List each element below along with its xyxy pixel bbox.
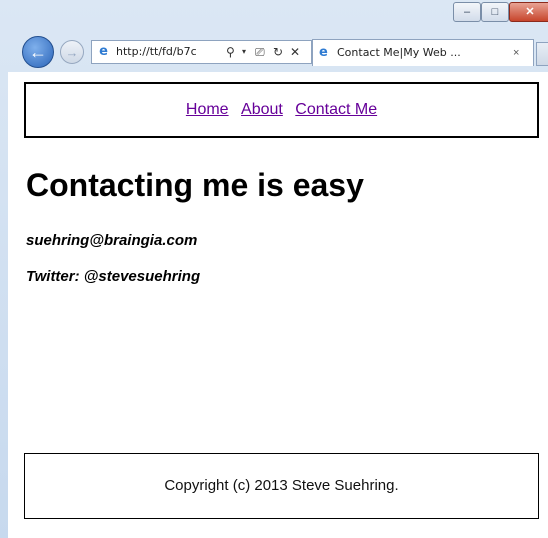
back-arrow-icon: ← (29, 41, 47, 62)
new-tab-button[interactable] (536, 42, 548, 66)
nav-link-contact[interactable]: Contact Me (295, 101, 377, 118)
copyright-text: Copyright (c) 2013 Steve Suehring. (164, 477, 399, 494)
maximize-button[interactable]: □ (481, 2, 509, 22)
nav-link-about[interactable]: About (241, 101, 283, 118)
page-heading: Contacting me is easy (26, 167, 364, 203)
close-window-button[interactable]: ✕ (509, 2, 548, 22)
browser-tab[interactable]: e Contact Me|My Web ... × (312, 39, 534, 66)
close-icon: ✕ (525, 5, 535, 18)
site-nav: Home About Contact Me (24, 82, 539, 138)
maximize-icon: □ (491, 5, 499, 18)
compatibility-view-icon[interactable]: ⎚ (255, 43, 265, 61)
forward-arrow-icon: → (65, 44, 79, 60)
chevron-down-icon[interactable]: ▾ (242, 43, 246, 61)
refresh-icon[interactable]: ↻ (273, 43, 283, 61)
forward-button[interactable]: → (60, 40, 84, 64)
nav-links: Home About Contact Me (26, 100, 537, 120)
ie-logo-icon: e (319, 45, 328, 60)
close-tab-icon[interactable]: × (513, 45, 519, 61)
twitter-text: Twitter: @stevesuehring (26, 268, 201, 285)
email-text: suehring@braingia.com (26, 232, 198, 249)
browser-window: – □ ✕ ← → e http://tt/fd/b7c ⚲ ▾ ⎚ ↻ ✕ e… (0, 0, 548, 538)
nav-link-home[interactable]: Home (186, 101, 229, 118)
minimize-icon: – (463, 5, 471, 18)
address-url[interactable]: http://tt/fd/b7c (116, 44, 224, 60)
ie-logo-icon: e (99, 44, 108, 59)
page-footer: Copyright (c) 2013 Steve Suehring. (24, 453, 539, 519)
address-bar[interactable]: e http://tt/fd/b7c ⚲ ▾ ⎚ ↻ ✕ (91, 40, 312, 64)
title-bar: – □ ✕ (0, 0, 548, 36)
search-icon[interactable]: ⚲ (226, 43, 235, 61)
page-viewport: Home About Contact Me Contacting me is e… (8, 72, 548, 538)
tab-title: Contact Me|My Web ... (337, 46, 461, 59)
back-button[interactable]: ← (22, 36, 54, 68)
minimize-button[interactable]: – (453, 2, 481, 22)
stop-icon[interactable]: ✕ (290, 43, 300, 61)
